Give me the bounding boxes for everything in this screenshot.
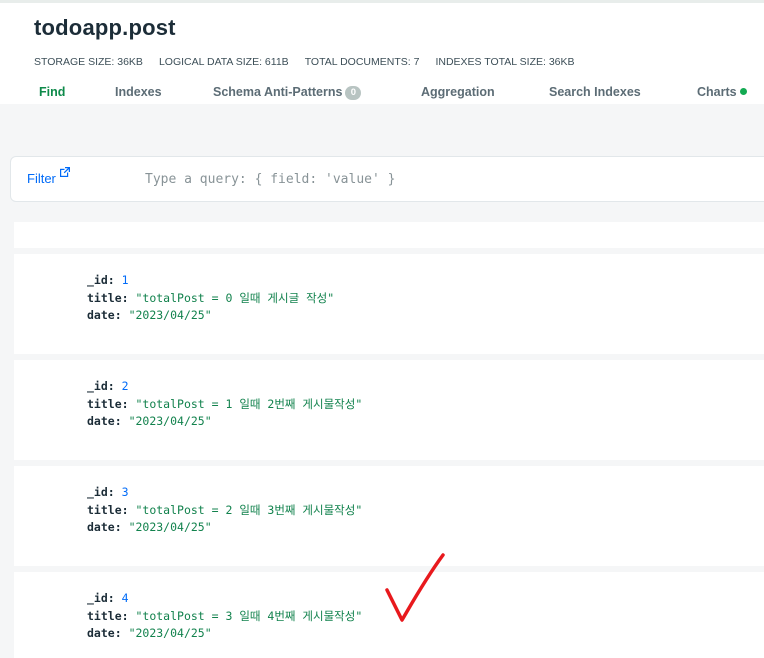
filter-label-link[interactable]: Filter <box>27 171 56 186</box>
logical-data-size-stat: LOGICAL DATA SIZE: 611B <box>158 56 289 68</box>
field-key-id: _id: <box>87 273 115 287</box>
field-key-date: date: <box>87 308 122 322</box>
tab-indexes[interactable]: Indexes <box>115 85 162 99</box>
field-value-title: "totalPost = 3 일때 4번째 게시물작성" <box>135 608 363 623</box>
compass-collection-view: todoapp.post STORAGE SIZE: 36KB LOGICAL … <box>0 0 764 658</box>
field-key-date: date: <box>87 520 122 534</box>
document-fields: _id: 4 title: "totalPost = 3 일때 4번째 게시물작… <box>87 590 362 643</box>
field-key-id: _id: <box>87 379 115 393</box>
tab-charts[interactable]: Charts <box>697 85 747 99</box>
field-value-date: "2023/04/25" <box>128 626 212 640</box>
field-row-title: title: "totalPost = 3 일때 4번째 게시물작성" <box>87 608 362 626</box>
status-dot-icon <box>739 88 747 95</box>
collection-header: todoapp.post STORAGE SIZE: 36KB LOGICAL … <box>0 0 764 104</box>
field-row-title: title: "totalPost = 1 일때 2번째 게시물작성" <box>87 396 362 414</box>
field-key-id: _id: <box>87 591 115 605</box>
tab-schema-anti-patterns[interactable]: Schema Anti-Patterns 0 <box>213 85 362 100</box>
tab-schema-anti-patterns-label: Schema Anti-Patterns <box>213 85 343 99</box>
field-row-title: title: "totalPost = 2 일때 3번째 게시물작성" <box>87 502 362 520</box>
field-value-title: "totalPost = 0 일때 게시글 작성" <box>135 290 335 305</box>
field-key-title: title: <box>87 608 129 623</box>
tab-search-indexes[interactable]: Search Indexes <box>549 85 641 99</box>
field-value-id: 1 <box>121 273 129 287</box>
collection-stats: STORAGE SIZE: 36KB LOGICAL DATA SIZE: 61… <box>34 56 575 68</box>
external-link-icon[interactable] <box>60 167 70 177</box>
field-row-id: _id: 4 <box>87 590 362 608</box>
document-list-top-spacer <box>14 222 764 248</box>
field-value-date: "2023/04/25" <box>128 520 212 534</box>
filter-query-input[interactable] <box>145 165 705 193</box>
collection-namespace-title: todoapp.post <box>34 15 176 40</box>
indexes-total-size-stat: INDEXES TOTAL SIZE: 36KB <box>435 56 575 68</box>
tab-charts-label: Charts <box>697 85 737 99</box>
field-key-date: date: <box>87 626 122 640</box>
field-row-id: _id: 2 <box>87 378 362 396</box>
query-filter-bar: Filter <box>10 156 764 202</box>
storage-size-stat: STORAGE SIZE: 36KB <box>34 56 143 68</box>
schema-anti-patterns-count-badge: 0 <box>345 86 362 100</box>
field-key-title: title: <box>87 396 129 411</box>
field-value-title: "totalPost = 1 일때 2번째 게시물작성" <box>135 396 363 411</box>
collection-tabs: Find Indexes Schema Anti-Patterns 0 Aggre… <box>0 85 764 105</box>
document-card[interactable]: _id: 2 title: "totalPost = 1 일때 2번째 게시물작… <box>14 360 764 460</box>
field-row-id: _id: 1 <box>87 272 334 290</box>
field-key-title: title: <box>87 502 129 517</box>
field-key-date: date: <box>87 414 122 428</box>
field-row-date: date: "2023/04/25" <box>87 625 362 643</box>
red-checkmark-annotation <box>385 553 445 622</box>
document-card[interactable]: _id: 1 title: "totalPost = 0 일때 게시글 작성" … <box>14 254 764 354</box>
field-value-title: "totalPost = 2 일때 3번째 게시물작성" <box>135 502 363 517</box>
field-key-title: title: <box>87 290 129 305</box>
tab-find[interactable]: Find <box>39 85 65 99</box>
document-fields: _id: 1 title: "totalPost = 0 일때 게시글 작성" … <box>87 272 334 325</box>
field-key-id: _id: <box>87 485 115 499</box>
field-row-id: _id: 3 <box>87 484 362 502</box>
total-documents-stat: TOTAL DOCUMENTS: 7 <box>304 56 420 68</box>
field-row-date: date: "2023/04/25" <box>87 413 362 431</box>
field-value-id: 4 <box>121 591 129 605</box>
field-value-date: "2023/04/25" <box>128 308 212 322</box>
field-value-date: "2023/04/25" <box>128 414 212 428</box>
document-fields: _id: 2 title: "totalPost = 1 일때 2번째 게시물작… <box>87 378 362 431</box>
field-row-title: title: "totalPost = 0 일때 게시글 작성" <box>87 290 334 308</box>
tab-aggregation[interactable]: Aggregation <box>421 85 495 99</box>
field-row-date: date: "2023/04/25" <box>87 307 334 325</box>
field-value-id: 2 <box>121 379 129 393</box>
field-value-id: 3 <box>121 485 129 499</box>
document-fields: _id: 3 title: "totalPost = 2 일때 3번째 게시물작… <box>87 484 362 537</box>
field-row-date: date: "2023/04/25" <box>87 519 362 537</box>
